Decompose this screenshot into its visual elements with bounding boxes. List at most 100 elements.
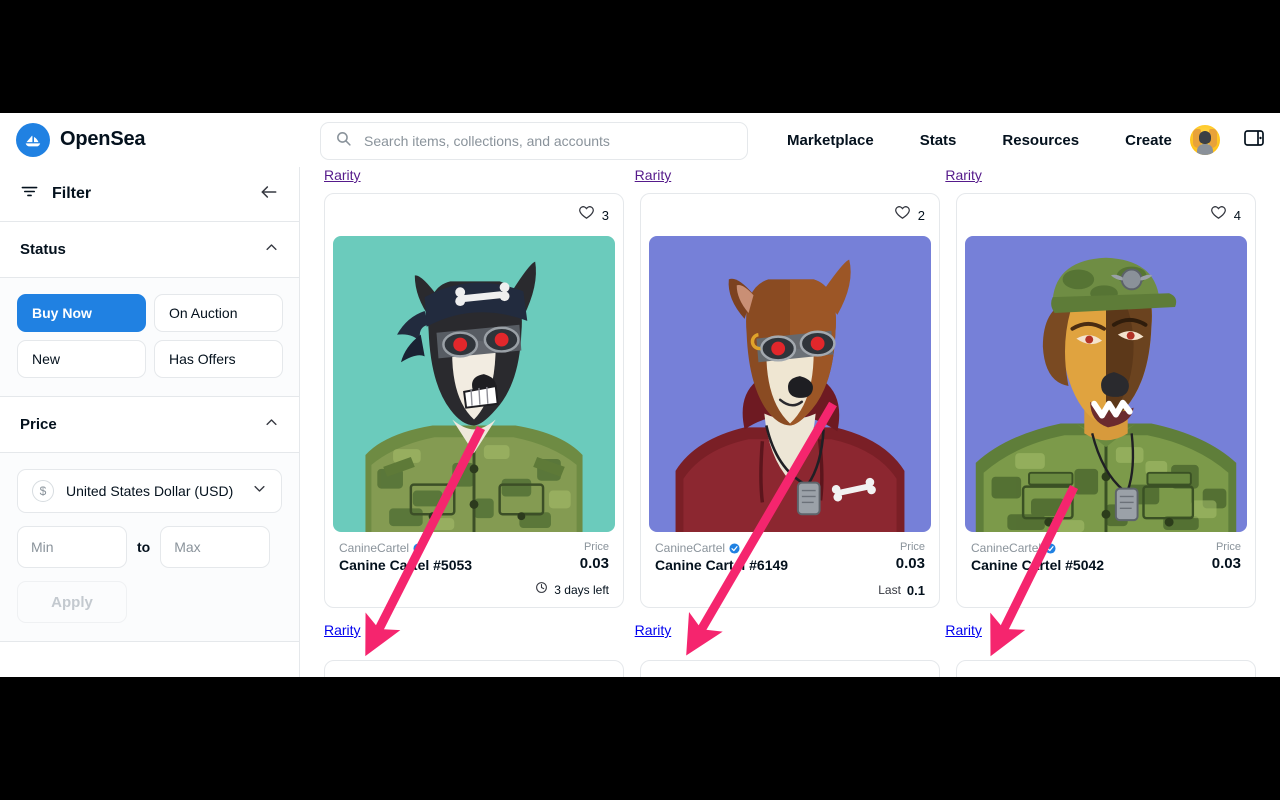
time-remaining: 3 days left (554, 583, 609, 597)
price-label: Price (899, 541, 925, 553)
section-label-price: Price (20, 416, 57, 433)
dollar-icon: $ (32, 480, 54, 502)
nft-title: Canine Cartel #5042 (971, 557, 1105, 573)
nft-card-partial[interactable] (640, 660, 940, 677)
like-count: 2 (917, 207, 925, 223)
screenshot-stage: OpenSea Marketplace Stats Resources Crea… (0, 0, 1280, 800)
filter-section-status-body: Buy Now On Auction New Has Offers (0, 278, 299, 397)
status-chip-grid: Buy Now On Auction New Has Offers (17, 294, 283, 378)
nav-item-stats[interactable]: Stats (897, 132, 980, 149)
nft-artwork (965, 236, 1247, 532)
nft-card[interactable]: 3 CanineCartel Canine Cartel #5053 Price… (324, 193, 624, 608)
price-value: 0.03 (895, 555, 925, 572)
card-footer (957, 573, 1255, 607)
opensea-sailboat-icon (16, 122, 50, 157)
filter-section-price-body: $ United States Dollar (USD) to Apply (0, 453, 299, 642)
nft-card-partial[interactable] (956, 660, 1256, 677)
filter-section-status[interactable]: Status (0, 222, 299, 278)
card-like-row: 4 (957, 194, 1255, 236)
arrow-left-icon[interactable] (259, 182, 279, 207)
wallet-icon[interactable] (1242, 126, 1266, 155)
card-like-row: 2 (641, 194, 939, 236)
like-count: 4 (1233, 207, 1241, 223)
filter-title: Filter (52, 185, 92, 202)
status-chip-new[interactable]: New (17, 340, 146, 378)
collection-name: CanineCartel (971, 541, 1042, 555)
price-range-row: to (17, 526, 282, 568)
filter-section-price[interactable]: Price (0, 397, 299, 453)
price-to-label: to (137, 539, 151, 555)
user-avatar[interactable] (1190, 125, 1220, 155)
nav-item-marketplace[interactable]: Marketplace (764, 132, 897, 149)
nav-item-create[interactable]: Create (1102, 132, 1195, 149)
rarity-links-row-bottom: Rarity Rarity Rarity (300, 622, 1280, 648)
currency-select[interactable]: $ United States Dollar (USD) (17, 469, 282, 513)
header-actions (1190, 113, 1266, 167)
card-meta: CanineCartel Canine Cartel #5042 Price 0… (957, 532, 1255, 573)
nft-card-list: 3 CanineCartel Canine Cartel #5053 Price… (300, 193, 1280, 608)
filter-header: Filter (0, 167, 299, 222)
filter-icon (20, 182, 39, 206)
nft-card[interactable]: 4 CanineCartel Canine Cartel #5042 Price… (956, 193, 1256, 608)
site-header: OpenSea Marketplace Stats Resources Crea… (0, 113, 1280, 167)
rarity-link-bottom-1[interactable]: Rarity (324, 622, 361, 638)
heart-icon[interactable] (1210, 204, 1227, 226)
card-footer: Last 0.1 (641, 573, 939, 607)
nft-title: Canine Cartel #5053 (339, 557, 473, 573)
chevron-up-icon (264, 415, 279, 435)
nft-grid: Rarity Rarity Rarity 3 CanineCartel Cani… (300, 167, 1280, 677)
price-value: 0.03 (1211, 555, 1241, 572)
chevron-down-icon (252, 481, 267, 501)
rarity-link-top-1[interactable]: Rarity (324, 167, 361, 183)
last-sale-value: 0.1 (906, 582, 925, 598)
nft-card-partial[interactable] (324, 660, 624, 677)
rarity-links-row-top: Rarity Rarity Rarity (300, 167, 1280, 193)
verified-badge-icon (1045, 542, 1056, 554)
verified-badge-icon (729, 542, 740, 554)
heart-icon[interactable] (578, 204, 595, 226)
search-bar[interactable] (320, 122, 748, 160)
card-meta: CanineCartel Canine Cartel #5053 Price 0… (325, 532, 623, 573)
card-footer: 3 days left (325, 573, 623, 607)
like-count: 3 (601, 207, 609, 223)
heart-icon[interactable] (894, 204, 911, 226)
status-chip-on-auction[interactable]: On Auction (154, 294, 283, 332)
main-navigation: Marketplace Stats Resources Create (764, 113, 1195, 167)
card-meta: CanineCartel Canine Cartel #6149 Price 0… (641, 532, 939, 573)
rarity-link-top-3[interactable]: Rarity (945, 167, 982, 183)
opensea-logo[interactable]: OpenSea (16, 122, 146, 157)
rarity-link-bottom-2[interactable]: Rarity (635, 622, 672, 638)
filter-sidebar: Filter Status Buy Now On Auction New Has… (0, 167, 300, 677)
collection-row: CanineCartel (655, 541, 788, 555)
price-label: Price (1215, 541, 1241, 553)
price-min-input[interactable] (17, 526, 127, 568)
search-icon (335, 130, 352, 152)
status-chip-buy-now[interactable]: Buy Now (17, 294, 146, 332)
nft-artwork (649, 236, 931, 532)
card-like-row: 3 (325, 194, 623, 236)
price-value: 0.03 (579, 555, 609, 572)
nav-item-resources[interactable]: Resources (979, 132, 1102, 149)
currency-selected-value: United States Dollar (USD) (66, 483, 234, 499)
collection-row: CanineCartel (971, 541, 1104, 555)
status-chip-has-offers[interactable]: Has Offers (154, 340, 283, 378)
collection-row: CanineCartel (339, 541, 472, 555)
price-label: Price (583, 541, 609, 553)
nft-card-list-next-row (300, 660, 1280, 677)
nft-card[interactable]: 2 CanineCartel Canine Cartel #6149 Price… (640, 193, 940, 608)
brand-name: OpenSea (60, 128, 146, 150)
clock-icon (535, 581, 548, 599)
collection-name: CanineCartel (339, 541, 410, 555)
browser-viewport: OpenSea Marketplace Stats Resources Crea… (0, 113, 1280, 677)
collection-name: CanineCartel (655, 541, 726, 555)
nft-title: Canine Cartel #6149 (655, 557, 789, 573)
apply-price-button[interactable]: Apply (17, 581, 127, 623)
nft-artwork (333, 236, 615, 532)
rarity-link-bottom-3[interactable]: Rarity (945, 622, 982, 638)
verified-badge-icon (413, 542, 424, 554)
section-label-status: Status (20, 241, 66, 258)
rarity-link-top-2[interactable]: Rarity (635, 167, 672, 183)
last-sale-label: Last (878, 583, 901, 597)
search-input[interactable] (364, 133, 733, 149)
price-max-input[interactable] (160, 526, 271, 568)
